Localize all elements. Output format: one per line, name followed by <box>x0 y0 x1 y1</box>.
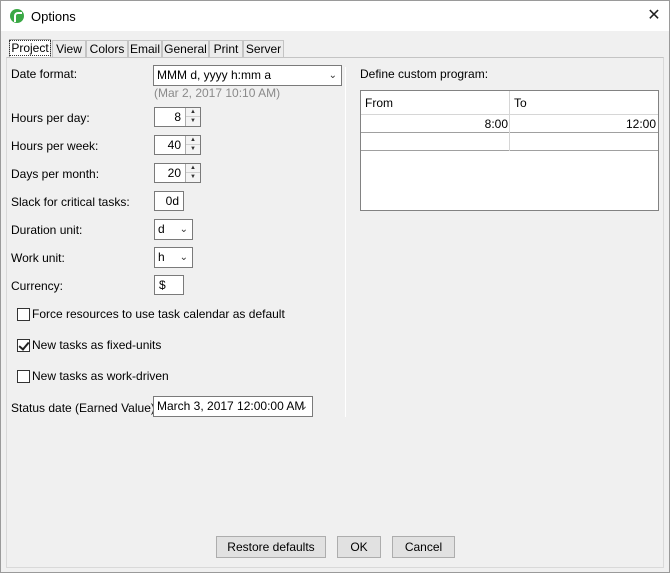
spinner-arrows: ▲ ▼ <box>185 136 200 154</box>
cancel-button[interactable]: Cancel <box>392 536 455 558</box>
chevron-down-icon: ⌄ <box>179 252 188 263</box>
arrow-up-icon[interactable]: ▲ <box>186 136 200 145</box>
table-cell-from[interactable]: 8:00 <box>361 115 510 133</box>
currency-label: Currency: <box>11 279 64 293</box>
currency-input[interactable]: $ <box>154 275 184 295</box>
restore-defaults-button[interactable]: Restore defaults <box>216 536 326 558</box>
duration-unit-label: Duration unit: <box>11 223 83 237</box>
column-header-from[interactable]: From <box>361 91 510 115</box>
hours-per-day-spinner[interactable]: 8 ▲ ▼ <box>154 107 201 127</box>
table-cell-to[interactable]: 12:00 <box>510 115 658 133</box>
fixed-units-label: New tasks as fixed-units <box>32 338 162 352</box>
chevron-down-icon: ⌄ <box>299 401 308 412</box>
chevron-down-icon: ⌄ <box>328 70 337 81</box>
ok-button[interactable]: OK <box>337 536 381 558</box>
table-cell-from[interactable] <box>361 133 510 151</box>
hours-per-week-value: 40 <box>167 138 181 152</box>
spinner-arrows: ▲ ▼ <box>185 108 200 126</box>
date-format-label: Date format: <box>11 67 78 81</box>
date-format-combo[interactable]: MMM d, yyyy h:mm a ⌄ <box>153 65 342 86</box>
table-cell-to[interactable] <box>510 133 658 151</box>
status-date-value: March 3, 2017 12:00:00 AM <box>157 399 305 413</box>
column-separator <box>509 91 510 151</box>
tab-general[interactable]: General <box>162 40 209 58</box>
date-format-value: MMM d, yyyy h:mm a <box>157 68 272 82</box>
fixed-units-checkbox[interactable] <box>17 339 30 352</box>
work-unit-label: Work unit: <box>11 251 65 265</box>
arrow-up-icon[interactable]: ▲ <box>186 108 200 117</box>
tab-email[interactable]: Email <box>128 40 162 58</box>
status-date-combo[interactable]: March 3, 2017 12:00:00 AM ⌄ <box>153 396 313 417</box>
arrow-down-icon[interactable]: ▼ <box>186 145 200 154</box>
work-driven-label: New tasks as work-driven <box>32 369 169 383</box>
date-format-example: (Mar 2, 2017 10:10 AM) <box>154 86 281 100</box>
panel-divider <box>345 67 346 417</box>
status-date-label: Status date (Earned Value): <box>11 401 159 415</box>
window-title: Options <box>31 9 76 24</box>
work-unit-combo[interactable]: h ⌄ <box>154 247 193 268</box>
tab-project[interactable]: Project <box>9 39 51 58</box>
days-per-month-label: Days per month: <box>11 167 100 181</box>
title-bar: Options ✕ <box>1 1 669 31</box>
work-unit-value: h <box>158 250 165 264</box>
chevron-down-icon: ⌄ <box>179 224 188 235</box>
force-resources-label: Force resources to use task calendar as … <box>32 307 285 321</box>
arrow-down-icon[interactable]: ▼ <box>186 117 200 126</box>
column-header-to[interactable]: To <box>510 91 658 115</box>
slack-input[interactable]: 0d <box>154 191 184 211</box>
days-per-month-spinner[interactable]: 20 ▲ ▼ <box>154 163 201 183</box>
custom-program-label: Define custom program: <box>360 67 489 81</box>
options-dialog: Options ✕ Project View Colors Email Gene… <box>0 0 670 573</box>
custom-program-table[interactable]: From To 8:00 12:00 <box>360 90 659 211</box>
hours-per-day-value: 8 <box>174 110 181 124</box>
tab-print[interactable]: Print <box>209 40 243 58</box>
days-per-month-value: 20 <box>167 166 181 180</box>
duration-unit-value: d <box>158 222 165 236</box>
force-resources-checkbox[interactable] <box>17 308 30 321</box>
app-logo-icon <box>10 9 24 23</box>
arrow-up-icon[interactable]: ▲ <box>186 164 200 173</box>
duration-unit-combo[interactable]: d ⌄ <box>154 219 193 240</box>
hours-per-week-label: Hours per week: <box>11 139 99 153</box>
slack-label: Slack for critical tasks: <box>11 195 130 209</box>
close-icon[interactable]: ✕ <box>639 1 669 31</box>
tab-server[interactable]: Server <box>243 40 284 58</box>
tab-view[interactable]: View <box>52 40 86 58</box>
work-driven-checkbox[interactable] <box>17 370 30 383</box>
spinner-arrows: ▲ ▼ <box>185 164 200 182</box>
tab-colors[interactable]: Colors <box>86 40 128 58</box>
hours-per-day-label: Hours per day: <box>11 111 90 125</box>
hours-per-week-spinner[interactable]: 40 ▲ ▼ <box>154 135 201 155</box>
arrow-down-icon[interactable]: ▼ <box>186 173 200 182</box>
